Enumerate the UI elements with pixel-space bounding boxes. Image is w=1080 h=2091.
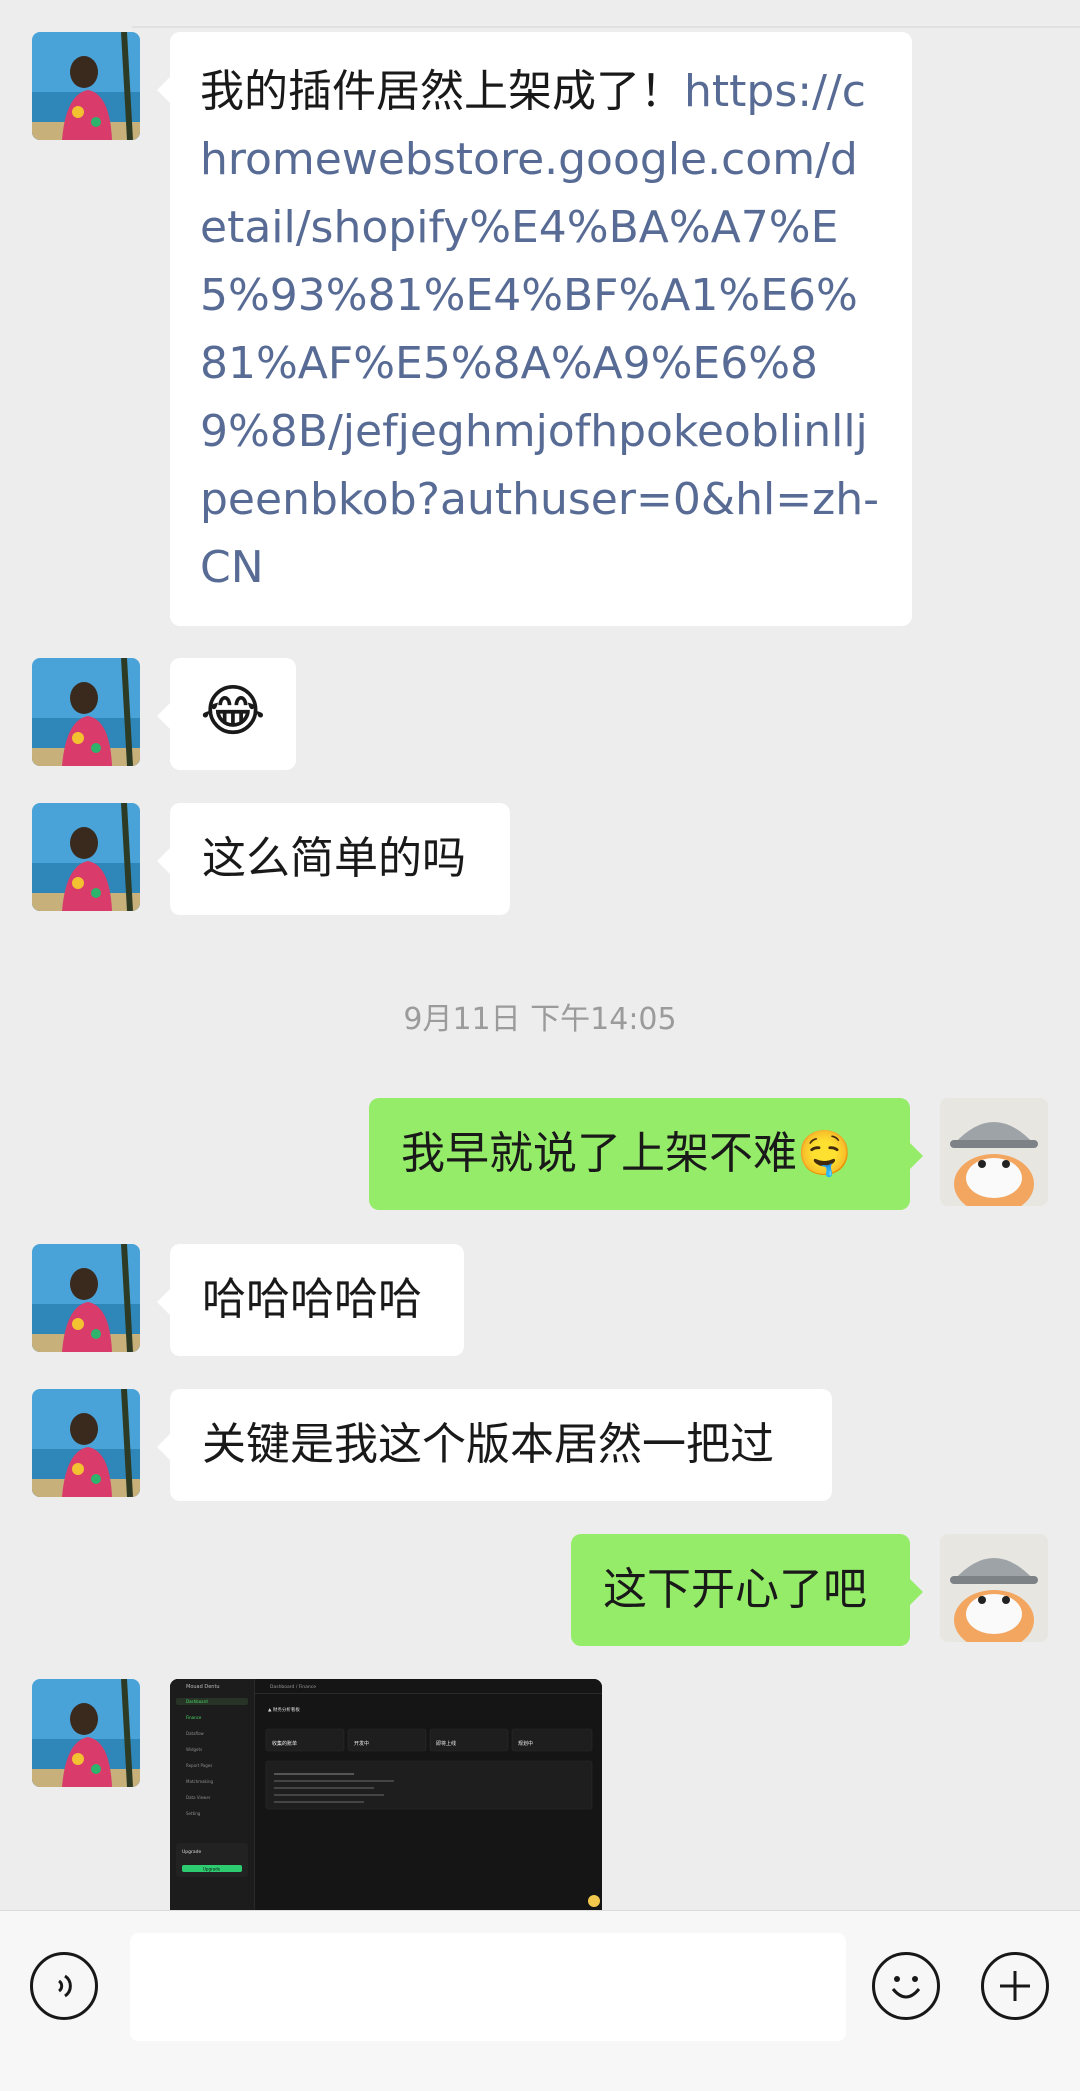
- message-bubble[interactable]: 哈哈哈哈哈: [157, 1244, 464, 1356]
- laughing-emoji-icon: 😂: [200, 679, 266, 744]
- app-name: Mouad Dentu: [186, 1684, 220, 1690]
- message-bubble-self[interactable]: 我早就说了上架不难🤤: [369, 1098, 923, 1210]
- sidebar-item[interactable]: Widgets: [186, 1747, 202, 1752]
- message-bubble[interactable]: 这么简单的吗: [157, 803, 510, 915]
- top-divider: [132, 26, 1080, 28]
- message-text: 我早就说了上架不难: [401, 1128, 797, 1179]
- avatar-friend-image: [32, 32, 140, 140]
- sidebar-item[interactable]: Setting: [186, 1811, 201, 1816]
- avatar-friend[interactable]: [32, 32, 140, 140]
- upgrade-button[interactable]: Upgrade: [203, 1867, 221, 1872]
- store-link[interactable]: https://chromewebstore.google.com/detail…: [200, 66, 879, 593]
- emoji-icon[interactable]: [872, 1952, 940, 2020]
- sidebar-item[interactable]: Matchmaking: [186, 1779, 214, 1784]
- card-value: 收集的账单: [272, 1740, 297, 1747]
- message-text: 我的插件居然上架成了！: [200, 66, 684, 117]
- upgrade-title: Upgrade: [182, 1849, 201, 1855]
- avatar-friend[interactable]: [32, 803, 140, 911]
- avatar-friend[interactable]: [32, 1389, 140, 1497]
- avatar-self[interactable]: [940, 1098, 1048, 1206]
- drooling-emoji-icon: 🤤: [797, 1128, 852, 1179]
- breadcrumb: Dashboard / Finance: [270, 1684, 316, 1690]
- message-bubble-link[interactable]: 我的插件居然上架成了！https://chromewebstore.google…: [157, 32, 912, 626]
- avatar-friend-image: [32, 1244, 140, 1352]
- message-text: 关键是我这个版本居然一把过: [202, 1419, 774, 1470]
- card-value: 即将上线: [436, 1740, 456, 1747]
- message-bubble-emoji[interactable]: 😂: [157, 658, 296, 770]
- avatar-self-image: [940, 1098, 1048, 1206]
- message-text: 哈哈哈哈哈: [202, 1274, 422, 1325]
- message-text: 这么简单的吗: [202, 833, 466, 884]
- card-value: 规划中: [518, 1740, 533, 1747]
- sidebar-item[interactable]: Dataflow: [186, 1731, 205, 1736]
- avatar-friend[interactable]: [32, 658, 140, 766]
- input-bar: [0, 1910, 1080, 2091]
- avatar-friend-image: [32, 1389, 140, 1497]
- card-value: 开发中: [354, 1740, 369, 1747]
- avatar-self-image: [940, 1534, 1048, 1642]
- message-input[interactable]: [130, 1933, 846, 2041]
- avatar-friend[interactable]: [32, 1679, 140, 1787]
- message-text: 这下开心了吧: [603, 1564, 867, 1615]
- avatar-friend-image: [32, 803, 140, 911]
- message-bubble-self[interactable]: 这下开心了吧: [571, 1534, 923, 1646]
- avatar-friend[interactable]: [32, 1244, 140, 1352]
- sidebar-item-finance[interactable]: Finance: [186, 1715, 202, 1720]
- plus-icon[interactable]: [981, 1952, 1049, 2020]
- avatar-friend-image: [32, 1679, 140, 1787]
- dashboard-screenshot-image: Mouad Dentu Dashboard Finance Dataflow W…: [170, 1679, 602, 1910]
- sidebar-item-dashboard[interactable]: Dashboard: [186, 1699, 208, 1704]
- message-image-screenshot[interactable]: Mouad Dentu Dashboard Finance Dataflow W…: [170, 1679, 602, 1910]
- sidebar-item[interactable]: Data Viewer: [186, 1795, 211, 1800]
- avatar-self[interactable]: [940, 1534, 1048, 1642]
- sidebar-item[interactable]: Report Pages: [186, 1763, 212, 1768]
- dashboard-heading: ▲ 财务分析看板: [268, 1706, 300, 1713]
- avatar-friend-image: [32, 658, 140, 766]
- voice-icon[interactable]: [30, 1952, 98, 2020]
- chat-timestamp: 9月11日 下午14:05: [403, 1002, 677, 1037]
- message-bubble[interactable]: 关键是我这个版本居然一把过: [157, 1389, 832, 1501]
